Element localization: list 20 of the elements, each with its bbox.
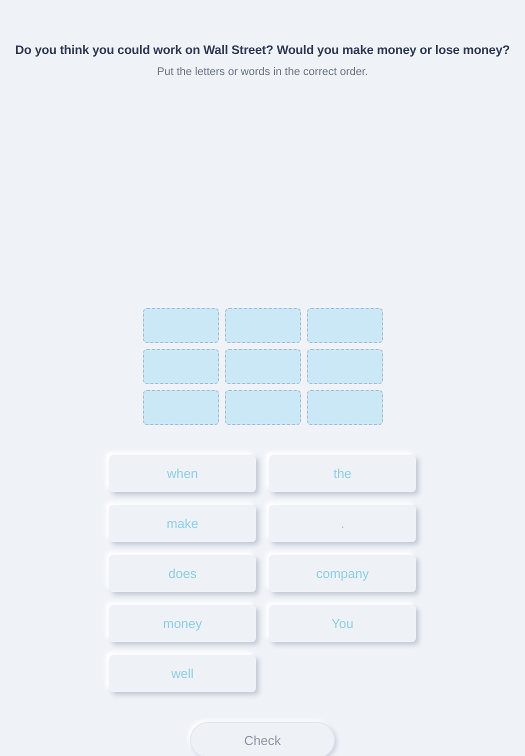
- word-tile[interactable]: make: [109, 505, 256, 542]
- word-tile[interactable]: .: [269, 505, 416, 542]
- word-tile[interactable]: the: [269, 455, 416, 492]
- answer-slot[interactable]: [142, 390, 218, 425]
- answer-slot[interactable]: [306, 308, 382, 343]
- question-text: Do you think you could work on Wall Street? Would you make money or lose money?: [15, 43, 510, 57]
- answer-slot[interactable]: [224, 390, 300, 425]
- answer-slot[interactable]: [306, 390, 382, 425]
- answer-slot[interactable]: [224, 349, 300, 384]
- answer-slot[interactable]: [306, 349, 382, 384]
- word-tile[interactable]: money: [109, 605, 256, 642]
- word-tile[interactable]: well: [109, 655, 256, 692]
- instruction-text: Put the letters or words in the correct order.: [157, 66, 368, 78]
- answer-slot[interactable]: [142, 308, 218, 343]
- word-tile[interactable]: You: [269, 605, 416, 642]
- word-tile[interactable]: when: [109, 455, 256, 492]
- answer-slot[interactable]: [224, 308, 300, 343]
- word-tile[interactable]: does: [109, 555, 256, 592]
- word-tile[interactable]: company: [269, 555, 416, 592]
- answer-slot[interactable]: [142, 349, 218, 384]
